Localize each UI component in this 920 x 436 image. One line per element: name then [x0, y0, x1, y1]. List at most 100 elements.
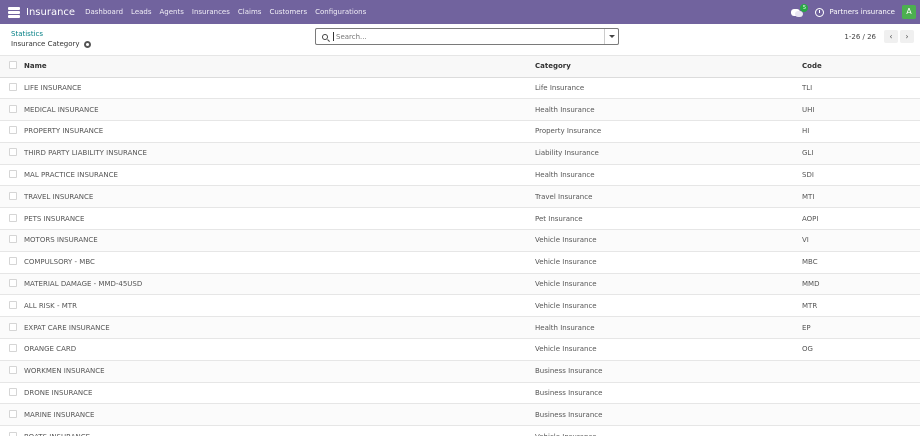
search-input[interactable] [333, 32, 604, 41]
row-select-cell [0, 273, 24, 296]
cell-code: UHI [802, 98, 920, 122]
table-row[interactable]: ORANGE CARD Vehicle Insurance OG [0, 338, 920, 361]
row-checkbox[interactable] [9, 344, 17, 353]
activity-clock-icon[interactable] [815, 7, 825, 17]
table-row[interactable]: PETS INSURANCE Pet Insurance AOPI [0, 207, 920, 231]
menu-dashboard[interactable]: Dashboard [85, 8, 123, 16]
row-select-cell [0, 425, 24, 436]
cell-name: DRONE INSURANCE [24, 382, 535, 405]
search-box[interactable] [315, 28, 619, 45]
table-row[interactable]: BOATS INSURANCEVehicle Insurance [0, 425, 920, 436]
cell-code: OG [802, 338, 920, 361]
cell-code: MTI [802, 185, 920, 209]
cell-name: TRAVEL INSURANCE [24, 185, 535, 209]
row-select-cell [0, 360, 24, 383]
cell-code [802, 360, 920, 383]
cell-category: Vehicle Insurance [535, 425, 802, 436]
table-row[interactable]: MOTORS INSURANCE Vehicle Insurance VI [0, 229, 920, 252]
menu-agents[interactable]: Agents [160, 8, 184, 16]
cell-name: MEDICAL INSURANCE [24, 98, 535, 122]
user-avatar[interactable]: A [902, 5, 916, 19]
breadcrumb-link[interactable]: Statistics [11, 30, 43, 38]
caret-down-icon [608, 35, 615, 38]
cell-category: Health Insurance [535, 316, 802, 340]
table-row[interactable]: MATERIAL DAMAGE - MMD-45USD Vehicle Insur… [0, 273, 920, 296]
menu-insurances[interactable]: Insurances [192, 8, 230, 16]
row-select-cell [0, 251, 24, 274]
cell-name: THIRD PARTY LIABILITY INSURANCE [24, 142, 535, 165]
table-row[interactable]: MARINE INSURANCE Business Insurance [0, 403, 920, 427]
row-checkbox[interactable] [9, 279, 17, 288]
apps-menu-icon[interactable] [8, 6, 20, 18]
cell-name: EXPAT CARE INSURANCE [24, 316, 535, 340]
select-all-checkbox[interactable] [9, 61, 17, 70]
header-name[interactable]: Name [24, 56, 535, 78]
row-checkbox[interactable] [9, 104, 17, 113]
row-select-cell [0, 316, 24, 340]
table-row[interactable]: WORKMEN INSURANCE Business Insurance [0, 360, 920, 383]
search-options-toggle[interactable] [604, 29, 618, 44]
table-row[interactable]: MEDICAL INSURANCE Health Insurance UHI [0, 98, 920, 122]
row-checkbox[interactable] [9, 213, 17, 222]
gear-icon[interactable] [83, 40, 91, 48]
row-checkbox[interactable] [9, 388, 17, 397]
app-name[interactable]: Insurance [26, 7, 75, 18]
row-checkbox[interactable] [9, 235, 17, 244]
menu-claims[interactable]: Claims [238, 8, 262, 16]
cell-name: COMPULSORY - MBC [24, 251, 535, 274]
row-checkbox[interactable] [9, 366, 17, 375]
row-checkbox[interactable] [9, 431, 17, 436]
menu-leads[interactable]: Leads [131, 8, 151, 16]
row-select-cell [0, 207, 24, 231]
row-select-cell [0, 142, 24, 165]
chat-icon[interactable]: 5 [791, 3, 809, 17]
row-checkbox[interactable] [9, 148, 17, 157]
cell-code: EP [802, 316, 920, 340]
row-checkbox[interactable] [9, 126, 17, 135]
pager-previous-button[interactable]: ‹ [884, 30, 898, 43]
table-row[interactable]: PROPERTY INSURANCE Property Insurance HI [0, 120, 920, 143]
table-row[interactable]: EXPAT CARE INSURANCE Health Insurance EP [0, 316, 920, 340]
cell-code: MMD [802, 273, 920, 296]
row-checkbox[interactable] [9, 322, 17, 331]
row-checkbox[interactable] [9, 409, 17, 418]
cell-name: ALL RISK - MTR [24, 294, 535, 318]
menu-configurations[interactable]: Configurations [315, 8, 366, 16]
cell-name: PETS INSURANCE [24, 207, 535, 231]
row-checkbox[interactable] [9, 257, 17, 266]
table-row[interactable]: MAL PRACTICE INSURANCE Health Insurance SD… [0, 164, 920, 187]
header-code[interactable]: Code [802, 56, 920, 78]
cell-code: GLI [802, 142, 920, 165]
row-checkbox[interactable] [9, 191, 17, 200]
cell-name: MARINE INSURANCE [24, 403, 535, 427]
row-select-cell [0, 120, 24, 143]
header-category[interactable]: Category [535, 56, 802, 78]
pager: 1-26 / 26 ‹ › [844, 30, 914, 43]
row-checkbox[interactable] [9, 170, 17, 179]
cell-category: Health Insurance [535, 98, 802, 122]
table-row[interactable]: THIRD PARTY LIABILITY INSURANCE Liability… [0, 142, 920, 165]
row-checkbox[interactable] [9, 82, 17, 91]
cell-code: MBC [802, 251, 920, 274]
table-row[interactable]: ALL RISK - MTR Vehicle Insurance MTR [0, 294, 920, 318]
company-switcher[interactable]: Partners insurance [829, 8, 895, 16]
table-row[interactable]: COMPULSORY - MBC Vehicle Insurance MBC [0, 251, 920, 274]
pager-next-button[interactable]: › [900, 30, 914, 43]
table-row[interactable]: LIFE INSURANCE Life Insurance TLI [0, 77, 920, 100]
table-row[interactable]: DRONE INSURANCE Business Insurance [0, 382, 920, 405]
cell-category: Health Insurance [535, 164, 802, 187]
menu-customers[interactable]: Customers [269, 8, 307, 16]
row-checkbox[interactable] [9, 300, 17, 309]
cell-code: VI [802, 229, 920, 252]
cell-code: TLI [802, 77, 920, 100]
row-select-cell [0, 185, 24, 209]
cell-code: MTR [802, 294, 920, 318]
cell-category: Liability Insurance [535, 142, 802, 165]
row-select-cell [0, 77, 24, 100]
row-select-cell [0, 338, 24, 361]
search-icon [322, 33, 328, 40]
control-panel: Statistics Insurance Category 1-26 / 26 … [0, 24, 920, 56]
table-row[interactable]: TRAVEL INSURANCE Travel Insurance MTI [0, 185, 920, 209]
pager-value[interactable]: 1-26 / 26 [844, 33, 876, 41]
cell-category: Vehicle Insurance [535, 338, 802, 361]
